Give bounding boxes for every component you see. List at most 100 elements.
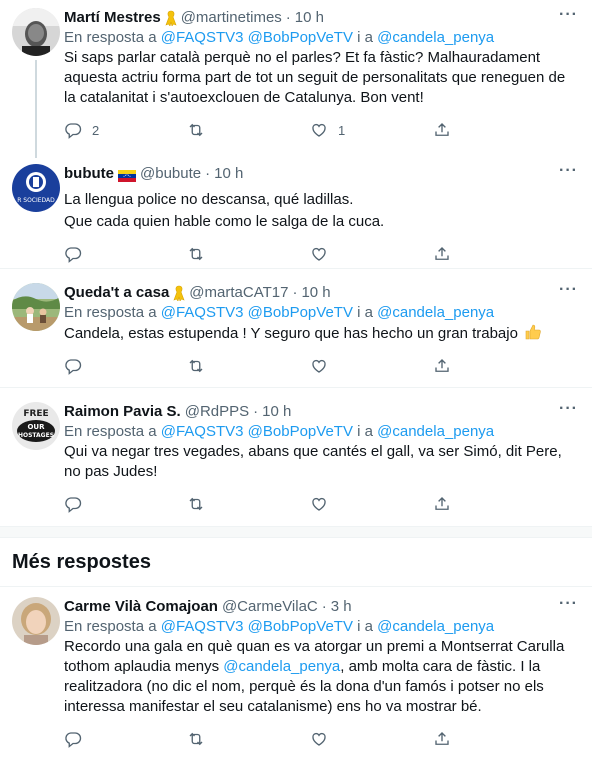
tweet-text-line: La llengua police no descansa, qué ladil… [64, 191, 354, 208]
mention-link[interactable]: @candela_penya [377, 304, 494, 321]
display-name[interactable]: Martí Mestres [64, 8, 161, 28]
reply-icon [64, 245, 82, 263]
mention-link[interactable]: @FAQSTV3 [161, 618, 244, 635]
retweet-button[interactable] [187, 121, 310, 139]
reply-context: En resposta a @FAQSTV3 @BobPopVeTV i a @… [64, 28, 580, 48]
reply-context: En resposta a @FAQSTV3 @BobPopVeTV i a @… [64, 422, 580, 442]
avatar[interactable] [12, 283, 60, 331]
timestamp[interactable]: 10 h [295, 8, 324, 28]
mention-link[interactable]: @candela_penya [377, 29, 494, 46]
heart-icon [310, 357, 328, 375]
reply-and: i a [357, 618, 373, 635]
retweet-icon [187, 730, 205, 748]
share-icon [433, 495, 451, 513]
handle[interactable]: @martaCAT17 [189, 283, 288, 303]
tweet-text: Si saps parlar català perquè no el parle… [64, 49, 566, 106]
mention-link[interactable]: @candela_penya [377, 423, 494, 440]
timestamp[interactable]: 10 h [262, 402, 291, 422]
like-button[interactable] [310, 730, 433, 748]
retweet-button[interactable] [187, 357, 310, 375]
avatar-label: HOSTAGES [18, 432, 54, 439]
avatar-label: FREE [23, 409, 48, 419]
like-button[interactable] [310, 357, 433, 375]
heart-icon [310, 121, 328, 139]
reply-and: i a [357, 29, 373, 46]
yellow-ribbon-icon [165, 10, 177, 27]
handle[interactable]: @bubute [140, 164, 201, 184]
reply-icon [64, 121, 82, 139]
share-button[interactable] [433, 357, 556, 375]
handle[interactable]: @martinetimes [181, 8, 282, 28]
share-button[interactable] [433, 730, 556, 748]
like-button[interactable] [310, 245, 433, 263]
tweet-martinetimes[interactable]: Martí Mestres @martinetimes · 10 h ··· E… [0, 0, 592, 158]
mention-link[interactable]: @candela_penya [377, 618, 494, 635]
share-icon [433, 730, 451, 748]
tweet-text: Candela, estas estupenda ! Y seguro que … [64, 325, 518, 342]
share-icon [433, 245, 451, 263]
thumbs-up-icon [524, 323, 542, 341]
tweet-rdpps[interactable]: FREE OUR HOSTAGES Raimon Pavia S. @RdPPS… [0, 388, 592, 526]
share-button[interactable] [433, 495, 556, 513]
mention-link[interactable]: @BobPopVeTV [248, 423, 353, 440]
reply-context: En resposta a @FAQSTV3 @BobPopVeTV i a @… [64, 303, 580, 323]
reply-button[interactable]: 2 [64, 121, 187, 139]
tweet-martacat17[interactable]: Queda't a casa @martaCAT17 · 10 h ··· En… [0, 269, 592, 387]
display-name[interactable]: bubute [64, 164, 114, 184]
reply-prefix: En resposta a [64, 304, 157, 321]
avatar[interactable]: FREE OUR HOSTAGES [12, 402, 60, 450]
mention-link[interactable]: @candela_penya [223, 658, 340, 675]
more-options-icon[interactable]: ··· [559, 401, 578, 417]
avatar[interactable] [12, 8, 60, 56]
retweet-icon [187, 245, 205, 263]
reply-button[interactable] [64, 730, 187, 748]
tweet-carmevilac[interactable]: Carme Vilà Comajoan @CarmeVilaC · 3 h ··… [0, 587, 592, 765]
share-button[interactable] [433, 245, 556, 263]
mention-link[interactable]: @FAQSTV3 [161, 304, 244, 321]
heart-icon [310, 495, 328, 513]
separator-dot: · [292, 284, 298, 301]
retweet-button[interactable] [187, 245, 310, 263]
tweet-text: Qui va negar tres vegades, abans que can… [64, 443, 562, 480]
mention-link[interactable]: @BobPopVeTV [248, 29, 353, 46]
timestamp[interactable]: 10 h [214, 164, 243, 184]
mention-link[interactable]: @BobPopVeTV [248, 618, 353, 635]
share-icon [433, 121, 451, 139]
timestamp[interactable]: 10 h [301, 283, 330, 303]
retweet-icon [187, 357, 205, 375]
reply-button[interactable] [64, 357, 187, 375]
retweet-icon [187, 495, 205, 513]
timestamp[interactable]: 3 h [331, 597, 352, 617]
reply-prefix: En resposta a [64, 423, 157, 440]
more-replies-heading: Més respostes [12, 551, 151, 573]
like-button[interactable] [310, 495, 433, 513]
mention-link[interactable]: @FAQSTV3 [161, 423, 244, 440]
share-button[interactable] [433, 121, 556, 139]
more-options-icon[interactable]: ··· [559, 163, 578, 179]
handle[interactable]: @RdPPS [185, 402, 249, 422]
more-options-icon[interactable]: ··· [559, 7, 578, 23]
avatar[interactable]: R SOCIEDAD [12, 164, 60, 212]
mention-link[interactable]: @FAQSTV3 [161, 29, 244, 46]
tweet-text-line: Que cada quien hable como le salga de la… [64, 213, 385, 230]
reply-button[interactable] [64, 245, 187, 263]
like-count: 1 [338, 122, 346, 138]
mention-link[interactable]: @BobPopVeTV [248, 304, 353, 321]
display-name[interactable]: Queda't a casa [64, 283, 169, 303]
reply-prefix: En resposta a [64, 29, 157, 46]
reply-button[interactable] [64, 495, 187, 513]
retweet-button[interactable] [187, 730, 310, 748]
display-name[interactable]: Raimon Pavia S. [64, 402, 181, 422]
reply-count: 2 [92, 122, 100, 138]
retweet-button[interactable] [187, 495, 310, 513]
display-name[interactable]: Carme Vilà Comajoan [64, 597, 218, 617]
like-button[interactable]: 1 [310, 121, 433, 139]
avatar[interactable] [12, 597, 60, 645]
handle[interactable]: @CarmeVilaC [222, 597, 318, 617]
more-options-icon[interactable]: ··· [559, 282, 578, 298]
more-options-icon[interactable]: ··· [559, 596, 578, 612]
reply-icon [64, 357, 82, 375]
venezuela-flag-icon [118, 168, 136, 182]
tweet-bubute[interactable]: R SOCIEDAD bubute @bubute · 10 h ··· La … [0, 150, 592, 268]
separator-dot: · [321, 598, 327, 615]
